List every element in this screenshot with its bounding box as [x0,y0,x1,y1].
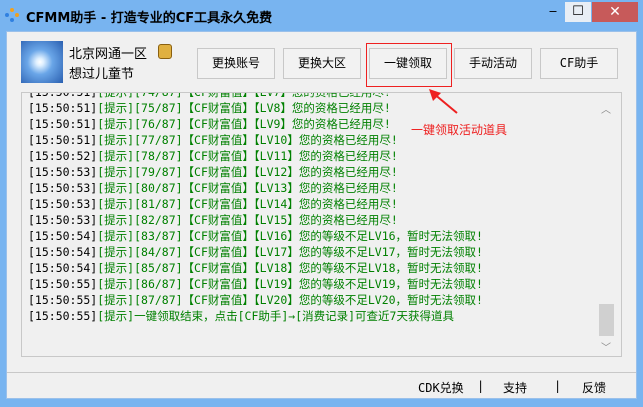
log-line: [15:50:55][提示][86/87]【CF财富值】【LV19】您的等级不足… [28,276,483,292]
support-link[interactable]: 支持 [503,379,527,396]
app-logo-icon [5,8,19,22]
log-message: [提示][80/87]【CF财富值】【LV13】您的资格已经用尽! [97,181,398,195]
log-timestamp: [15:50:53] [28,213,98,227]
maximize-button[interactable]: ☐ [565,2,591,22]
log-timestamp: [15:50:55] [28,309,98,323]
log-message: [提示][79/87]【CF财富值】【LV12】您的资格已经用尽! [97,165,398,179]
highlight-box [366,43,452,87]
log-line: [15:50:53][提示][79/87]【CF财富值】【LV12】您的资格已经… [28,164,483,180]
log-timestamp: [15:50:53] [28,165,98,179]
footer-separator: | [477,379,485,393]
log-line: [15:50:51][提示][74/87]【CF财富值】【LV7】您的资格已经用… [28,92,483,100]
minimize-button[interactable]: ‒ [540,2,566,22]
log-message: [提示][78/87]【CF财富值】【LV11】您的资格已经用尽! [97,149,398,163]
log-timestamp: [15:50:55] [28,277,98,291]
feedback-link[interactable]: 反馈 [582,379,606,396]
change-zone-button[interactable]: 更换大区 [283,48,361,79]
log-timestamp: [15:50:55] [28,293,98,307]
log-timestamp: [15:50:54] [28,229,98,243]
log-message: [提示][82/87]【CF财富值】【LV15】您的资格已经用尽! [97,213,398,227]
log-line: [15:50:52][提示][78/87]【CF财富值】【LV11】您的资格已经… [28,148,483,164]
log-message: [提示][77/87]【CF财富值】【LV10】您的资格已经用尽! [97,133,398,147]
window-title: CFMM助手 - 打造专业的CF工具永久免费 [26,11,273,26]
scroll-thumb[interactable] [599,304,614,336]
log-timestamp: [15:50:51] [28,92,98,99]
log-message: [提示][85/87]【CF财富值】【LV18】您的等级不足LV18，暂时无法领… [97,261,483,275]
avatar [21,41,63,83]
log-timestamp: [15:50:52] [28,149,98,163]
log-timestamp: [15:50:51] [28,133,98,147]
footer-separator: | [554,379,562,393]
log-message: [提示][75/87]【CF财富值】【LV8】您的资格已经用尽! [97,101,391,115]
log-timestamp: [15:50:53] [28,197,98,211]
nickname-label: 想过儿童节 [69,67,135,82]
log-message: [提示]一键领取结束，点击[CF助手]→[消费记录]可查近7天获得道具 [97,309,454,323]
gift-bag-icon[interactable] [158,44,172,59]
log-message: [提示][84/87]【CF财富值】【LV17】您的等级不足LV17，暂时无法领… [97,245,483,259]
close-button[interactable]: ✕ [592,2,638,22]
log-line: [15:50:51][提示][75/87]【CF财富值】【LV8】您的资格已经用… [28,100,483,116]
annotation-text: 一键领取活动道具 [411,123,508,137]
log-line: [15:50:55][提示]一键领取结束，点击[CF助手]→[消费记录]可查近7… [28,308,483,324]
cf-helper-button[interactable]: CF助手 [540,48,618,79]
log-timestamp: [15:50:51] [28,101,98,115]
cdk-redeem-link[interactable]: CDK兑换 [418,379,464,396]
log-line: [15:50:54][提示][83/87]【CF财富值】【LV16】您的等级不足… [28,228,483,244]
log-line: [15:50:53][提示][82/87]【CF财富值】【LV15】您的资格已经… [28,212,483,228]
divider [7,372,636,373]
scroll-down-icon[interactable]: ﹀ [601,339,611,354]
log-timestamp: [15:50:51] [28,117,98,131]
log-timestamp: [15:50:54] [28,261,98,275]
log-message: [提示][86/87]【CF财富值】【LV19】您的等级不足LV19，暂时无法领… [97,277,483,291]
manual-activity-button[interactable]: 手动活动 [454,48,532,79]
log-line: [15:50:53][提示][80/87]【CF财富值】【LV13】您的资格已经… [28,180,483,196]
log-message: [提示][76/87]【CF财富值】【LV9】您的资格已经用尽! [97,117,391,131]
log-panel[interactable]: [15:50:51][提示][74/87]【CF财富值】【LV7】您的资格已经用… [21,92,622,357]
log-message: [提示][87/87]【CF财富值】【LV20】您的等级不足LV20，暂时无法领… [97,293,483,307]
main-panel: 北京网通一区 想过儿童节 更换账号 更换大区 一键领取 手动活动 CF助手 [1… [6,31,637,399]
log-timestamp: [15:50:53] [28,181,98,195]
scroll-up-icon[interactable]: ︿ [601,101,611,116]
log-line: [15:50:54][提示][85/87]【CF财富值】【LV18】您的等级不足… [28,260,483,276]
arrow-icon [429,89,458,114]
scrollbar[interactable]: ︿ ﹀ [599,93,615,356]
log-message: [提示][74/87]【CF财富值】【LV7】您的资格已经用尽! [97,92,391,99]
log-line: [15:50:53][提示][81/87]【CF财富值】【LV14】您的资格已经… [28,196,483,212]
log-message: [提示][83/87]【CF财富值】【LV16】您的等级不足LV16，暂时无法领… [97,229,483,243]
change-account-button[interactable]: 更换账号 [197,48,275,79]
log-line: [15:50:55][提示][87/87]【CF财富值】【LV20】您的等级不足… [28,292,483,308]
log-line: [15:50:54][提示][84/87]【CF财富值】【LV17】您的等级不足… [28,244,483,260]
log-message: [提示][81/87]【CF财富值】【LV14】您的资格已经用尽! [97,197,398,211]
zone-label: 北京网通一区 [69,47,148,62]
title-bar: CFMM助手 - 打造专业的CF工具永久免费 ‒ ☐ ✕ [0,0,643,31]
log-timestamp: [15:50:54] [28,245,98,259]
